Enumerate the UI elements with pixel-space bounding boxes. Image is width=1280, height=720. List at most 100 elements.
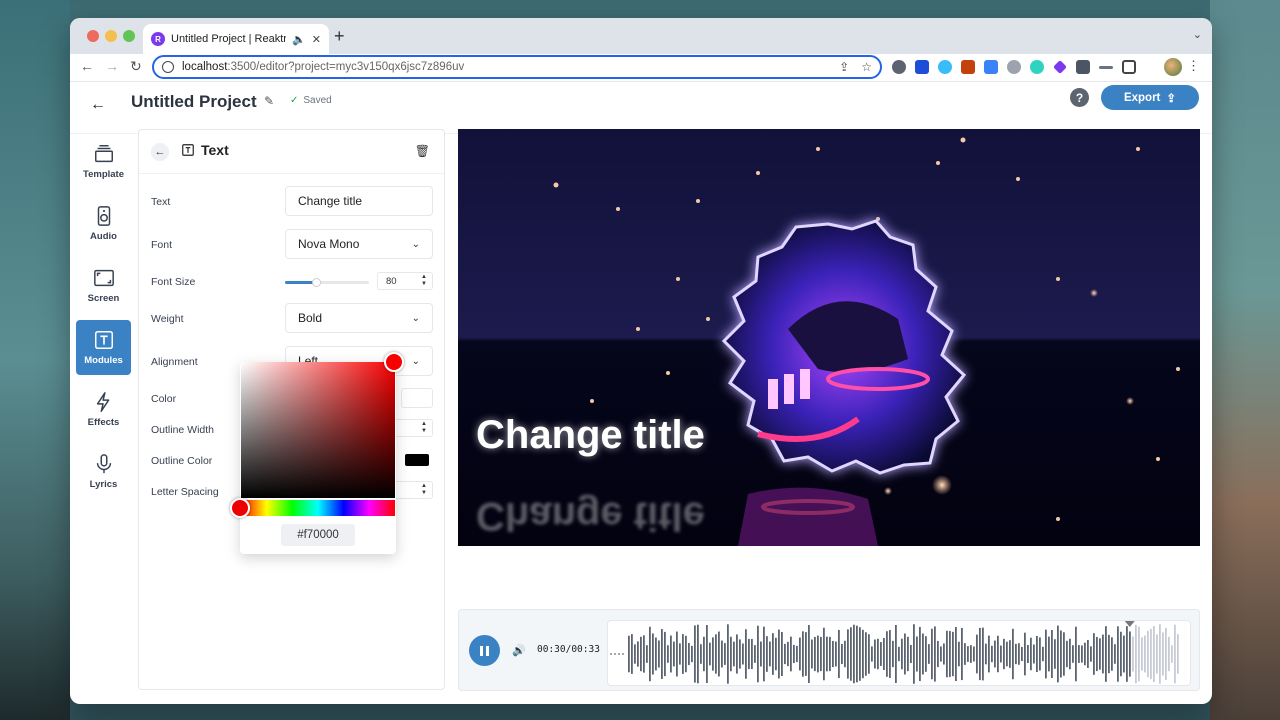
maximize-window-button[interactable] <box>123 30 135 42</box>
hue-slider[interactable] <box>241 500 395 516</box>
browser-tab[interactable]: R Untitled Project | Reaktr 🔈 ✕ <box>143 24 329 54</box>
waveform-bar <box>640 636 642 672</box>
text-input[interactable]: Change title <box>285 186 433 216</box>
export-button[interactable]: Export ⇪ <box>1101 85 1199 110</box>
star-icon[interactable]: ☆ <box>861 60 872 74</box>
waveform-bar <box>859 627 861 681</box>
hue-handle[interactable] <box>230 498 250 518</box>
saturation-area[interactable] <box>241 362 395 498</box>
waveform[interactable] <box>607 620 1191 686</box>
outline-color-swatch[interactable] <box>405 454 429 466</box>
waveform-bar <box>736 634 738 674</box>
back-arrow-icon[interactable]: ← <box>151 143 169 161</box>
weight-select[interactable]: Bold ⌄ <box>285 303 433 333</box>
waveform-bar <box>724 643 726 665</box>
waveform-bar <box>1063 632 1065 676</box>
sidebar-item-screen[interactable]: Screen <box>76 258 131 313</box>
weight-label: Weight <box>151 313 184 325</box>
sidebar-item-template[interactable]: Template <box>76 134 131 189</box>
waveform-bar <box>682 634 684 674</box>
waveform-bar <box>760 641 762 667</box>
pause-button[interactable] <box>469 635 500 666</box>
playhead-marker[interactable] <box>1124 621 1135 627</box>
waveform-bar <box>700 644 702 664</box>
bird-extension-icon[interactable] <box>938 60 952 74</box>
slider-handle[interactable] <box>312 278 322 287</box>
profile-avatar[interactable] <box>1164 58 1182 76</box>
purple-extension-icon[interactable] <box>1053 60 1067 74</box>
close-icon[interactable]: ✕ <box>312 33 321 46</box>
sidebar-item-effects[interactable]: Effects <box>76 382 131 437</box>
back-arrow-icon[interactable]: ← <box>80 58 94 74</box>
waveform-bar <box>1003 638 1005 670</box>
minimize-window-button[interactable] <box>105 30 117 42</box>
waveform-bar <box>868 634 870 674</box>
trash-icon[interactable]: 🗑 <box>415 144 430 158</box>
reload-icon[interactable]: ↻ <box>130 58 142 75</box>
panel-header: ← Text 🗑 <box>139 130 444 174</box>
font-select[interactable]: Nova Mono ⌄ <box>285 229 433 259</box>
edit-icon[interactable]: ✎ <box>264 94 274 108</box>
info-icon[interactable] <box>162 61 174 73</box>
sidebar-item-modules[interactable]: Modules <box>76 320 131 375</box>
red-extension-icon[interactable] <box>961 60 975 74</box>
help-button[interactable]: ? <box>1070 88 1089 107</box>
waveform-bar <box>820 636 822 672</box>
waveform-bar <box>1135 624 1137 684</box>
color-swatch[interactable] <box>401 388 433 408</box>
sidebar-item-lyrics[interactable]: Lyrics <box>76 444 131 499</box>
sidebar-toggle-icon[interactable] <box>1122 60 1136 74</box>
preview-title-text[interactable]: Change title <box>476 413 705 458</box>
waveform-bar <box>910 644 912 664</box>
back-arrow-icon[interactable]: ← <box>90 96 106 114</box>
stepper-arrows-icon[interactable]: ▲ ▼ <box>421 274 427 288</box>
cloud-extension-icon[interactable] <box>892 60 906 74</box>
address-bar[interactable]: localhost:3500/editor?project=myc3v150qx… <box>152 55 882 79</box>
project-title[interactable]: Untitled Project <box>131 92 257 112</box>
stepper-arrows-icon[interactable]: ▲ ▼ <box>421 483 427 497</box>
tab-title: Untitled Project | Reaktr <box>171 33 287 45</box>
puzzle-icon[interactable] <box>1076 60 1090 74</box>
waveform-bar <box>733 641 735 667</box>
share-icon[interactable]: ⇪ <box>839 60 849 74</box>
new-tab-button[interactable]: + <box>334 26 345 47</box>
teal-extension-icon[interactable] <box>1030 60 1044 74</box>
waveform-bar <box>1120 631 1122 677</box>
font-size-slider[interactable] <box>285 278 369 287</box>
reading-list-icon[interactable] <box>1099 66 1113 69</box>
waveform-bar <box>1024 632 1026 676</box>
waveform-bar <box>1108 634 1110 674</box>
waveform-bar <box>766 636 768 672</box>
audio-visualizer-orb <box>721 219 967 475</box>
waveform-bar <box>805 632 807 676</box>
waveform-bar <box>709 642 711 666</box>
saturation-handle[interactable] <box>384 352 404 372</box>
forward-arrow-icon[interactable]: → <box>105 58 119 74</box>
more-menu-icon[interactable]: ⋮ <box>1187 58 1200 74</box>
waveform-bar <box>904 633 906 675</box>
hex-input[interactable]: #f70000 <box>281 524 355 546</box>
volume-icon[interactable]: 🔊 <box>512 644 526 657</box>
waveform-bar <box>970 645 972 663</box>
bookmark-extension-icon[interactable] <box>915 60 929 74</box>
waveform-bar <box>661 629 663 679</box>
waveform-bar <box>835 641 837 667</box>
chevron-down-icon[interactable]: ⌄ <box>1193 28 1202 41</box>
zoom-extension-icon[interactable] <box>1007 60 1021 74</box>
sidebar-item-audio[interactable]: Audio <box>76 196 131 251</box>
document-extension-icon[interactable] <box>984 60 998 74</box>
waveform-bar <box>832 640 834 668</box>
screen-icon <box>93 269 114 287</box>
waveform-bar <box>823 627 825 681</box>
waveform-bar <box>1165 627 1167 681</box>
close-window-button[interactable] <box>87 30 99 42</box>
waveform-bar <box>883 637 885 671</box>
video-preview[interactable]: Change title Change title <box>458 129 1200 546</box>
stepper-arrows-icon[interactable]: ▲ ▼ <box>421 421 427 435</box>
speaker-icon[interactable]: 🔈 <box>292 33 306 46</box>
waveform-bar <box>922 633 924 675</box>
text-module-icon <box>182 144 194 156</box>
waveform-bar <box>649 626 651 682</box>
color-label: Color <box>151 393 177 405</box>
orb-reflection <box>738 487 878 546</box>
